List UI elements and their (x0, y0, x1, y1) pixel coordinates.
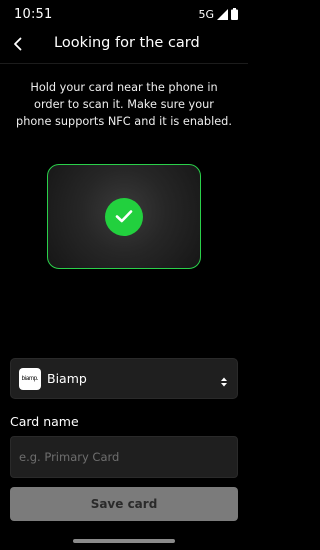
page-title: Looking for the card (54, 35, 200, 51)
status-time: 10:51 (14, 6, 53, 22)
scan-success-badge (105, 198, 143, 236)
card-scan-area (47, 164, 201, 269)
app-header: Looking for the card (0, 28, 248, 62)
network-type: 5G (198, 7, 214, 21)
chevron-left-icon (13, 36, 23, 55)
biamp-logo: biamp. (19, 368, 41, 390)
battery-icon (231, 8, 238, 20)
provider-logo-text: biamp. (21, 376, 39, 382)
back-button[interactable] (6, 32, 30, 58)
provider-select[interactable]: biamp. Biamp (10, 358, 238, 399)
select-arrows-icon (220, 373, 228, 387)
card-name-label: Card name (10, 414, 79, 429)
signal-icon (217, 8, 228, 20)
provider-selected-value: Biamp (47, 371, 87, 386)
screen: 10:51 5G Looking for the card Hold your … (0, 0, 248, 550)
checkmark-icon (115, 208, 133, 227)
status-indicators: 5G (198, 8, 238, 21)
header-divider (0, 63, 248, 64)
scan-instructions: Hold your card near the phone in order t… (16, 81, 232, 128)
save-card-button[interactable]: Save card (10, 487, 238, 521)
home-indicator[interactable] (73, 539, 175, 543)
card-name-input[interactable] (10, 436, 238, 478)
status-bar: 10:51 5G (0, 0, 248, 28)
